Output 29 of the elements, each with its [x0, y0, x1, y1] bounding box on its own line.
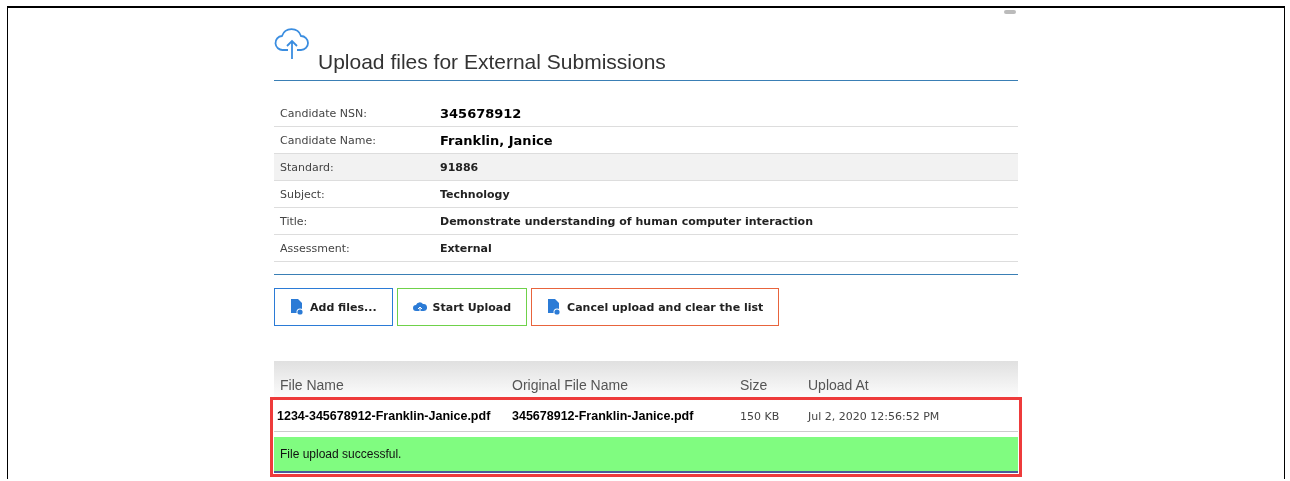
scroll-handle[interactable] — [1004, 10, 1016, 14]
field-value: 345678912 — [440, 105, 522, 121]
field-value: External — [440, 241, 492, 255]
field-label: Candidate NSN: — [279, 106, 368, 120]
field-label: Candidate Name: — [279, 133, 377, 147]
cloud-upload-icon — [412, 301, 427, 313]
document-add-icon — [290, 298, 304, 316]
table-cell-text: 345678912-Franklin-Janice.pdf — [512, 409, 695, 423]
field-value: Demonstrate understanding of human computer interaction — [440, 214, 813, 228]
field-label: Standard: — [279, 160, 335, 174]
success-message: File upload successful. — [274, 437, 1018, 473]
field-value: 91886 — [440, 160, 479, 174]
add-files-button[interactable]: Add files... — [274, 288, 393, 326]
table-cell-text: 150 KB — [740, 409, 781, 423]
column-header: Original File Name — [512, 377, 629, 393]
field-value: Technology — [440, 187, 510, 201]
field-label: Subject: — [279, 187, 326, 201]
column-header: Upload At — [808, 377, 870, 393]
table-cell-text: Jul 2, 2020 12:56:52 PM — [808, 409, 941, 423]
field-label: Title: — [279, 214, 309, 228]
start-upload-button[interactable]: Start Upload — [396, 288, 528, 326]
page-title: Upload files for External Submissions — [318, 50, 666, 74]
column-header: File Name — [279, 377, 345, 393]
table-cell-text: 1234-345678912-Franklin-Janice.pdf — [276, 409, 492, 423]
field-value: Franklin, Janice — [440, 132, 553, 148]
cancel-upload-button[interactable]: Cancel upload and clear the list — [531, 288, 780, 326]
field-label: Assessment: — [279, 241, 351, 255]
document-remove-icon — [547, 298, 562, 316]
column-header: Size — [740, 377, 769, 393]
